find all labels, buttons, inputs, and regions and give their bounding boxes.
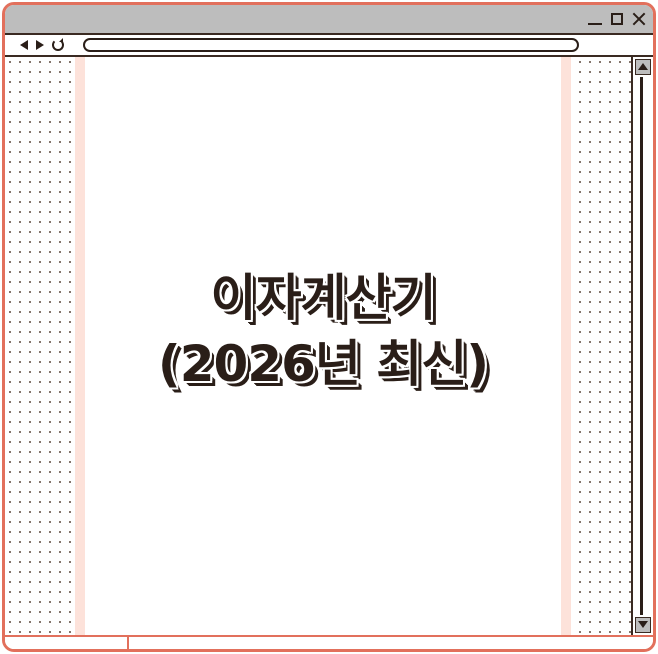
title-bar: [5, 5, 653, 35]
close-icon[interactable]: [631, 11, 647, 27]
title-line-1: 이자계산기: [210, 269, 437, 327]
content-panel: 이자계산기 (2026년 최신): [75, 57, 571, 635]
forward-arrow-icon[interactable]: [34, 39, 46, 51]
address-bar[interactable]: [83, 38, 579, 52]
reload-icon[interactable]: [52, 38, 64, 51]
scroll-up-icon[interactable]: [635, 59, 651, 75]
page-title: 이자계산기 (2026년 최신): [85, 265, 561, 397]
status-divider: [127, 637, 129, 649]
vertical-scrollbar[interactable]: [631, 57, 653, 635]
browser-window: 이자계산기 (2026년 최신): [2, 2, 656, 652]
window-controls: [587, 8, 647, 30]
status-bar: [5, 635, 653, 649]
title-line-2: (2026년 최신): [157, 335, 489, 393]
page-content: 이자계산기 (2026년 최신): [5, 57, 633, 635]
minimize-icon[interactable]: [587, 11, 603, 27]
maximize-icon[interactable]: [609, 11, 625, 27]
back-arrow-icon[interactable]: [19, 39, 31, 51]
navigation-bar: [5, 35, 653, 57]
scroll-track[interactable]: [640, 77, 643, 615]
scroll-down-icon[interactable]: [635, 617, 651, 633]
